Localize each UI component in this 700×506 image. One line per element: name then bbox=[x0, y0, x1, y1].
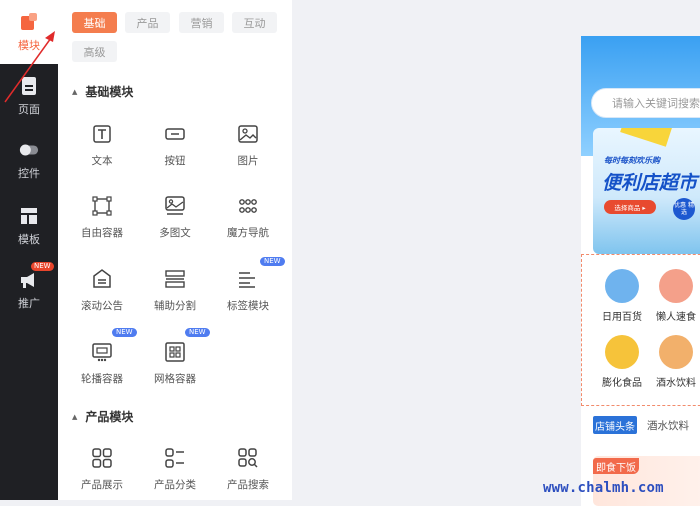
new-badge: NEW bbox=[185, 328, 210, 337]
instant-food-icon bbox=[659, 269, 693, 303]
button-icon bbox=[163, 122, 187, 146]
product-display-icon bbox=[90, 446, 114, 470]
widget-divider[interactable]: 辅助分割 bbox=[140, 267, 210, 327]
tab-marketing[interactable]: 营销 bbox=[179, 12, 224, 33]
category-item[interactable]: 懒人速食 bbox=[650, 269, 700, 323]
widget-carousel-container[interactable]: NEW 轮播容器 bbox=[67, 328, 137, 400]
tab-basic[interactable]: 基础 bbox=[72, 12, 117, 33]
preview-search-input[interactable]: 请输入关键词搜索 bbox=[591, 88, 700, 118]
widget-scroll-notice[interactable]: 滚动公告 bbox=[67, 267, 137, 327]
rail-item-control[interactable]: 控件 bbox=[0, 128, 58, 192]
drinks-icon bbox=[659, 335, 693, 369]
editor-canvas: 请输入关键词搜索 每时每刻欢乐购 便利店超市 选择商品 ▸ 优惠 精选 日用百货… bbox=[292, 0, 700, 506]
phone-preview: 请输入关键词搜索 每时每刻欢乐购 便利店超市 选择商品 ▸ 优惠 精选 日用百货… bbox=[581, 36, 700, 506]
preview-news-bar[interactable]: 店铺头条 酒水饮料 bbox=[581, 410, 700, 440]
widget-free-container[interactable]: 自由容器 bbox=[67, 194, 137, 254]
tab-advanced[interactable]: 高级 bbox=[72, 41, 117, 62]
daily-goods-icon bbox=[605, 269, 639, 303]
rail-item-promotion[interactable]: NEW 推广 bbox=[0, 258, 58, 322]
news-badge: 店铺头条 bbox=[593, 416, 637, 434]
cube-nav-icon bbox=[236, 194, 260, 218]
tab-interactive[interactable]: 互动 bbox=[232, 12, 277, 33]
widget-product-search[interactable]: 产品搜索 bbox=[213, 446, 283, 506]
hot-badge: 即食下饭 bbox=[593, 458, 639, 474]
preview-category-grid[interactable]: 日用百货 懒人速食 膨化食品 酒水饮料 bbox=[581, 254, 700, 406]
banner-decoration bbox=[620, 128, 674, 147]
watermark: www.chalmh.com bbox=[543, 480, 664, 496]
text-icon bbox=[90, 122, 114, 146]
category-item[interactable]: 膨化食品 bbox=[596, 335, 648, 389]
toggle-icon bbox=[19, 140, 39, 160]
product-search-icon bbox=[236, 446, 260, 470]
section-title-product[interactable]: ▲ 产品模块 bbox=[72, 408, 133, 425]
widget-grid-container[interactable]: NEW 网格容器 bbox=[140, 328, 210, 400]
divider-icon bbox=[163, 267, 187, 291]
banner-button[interactable]: 选择商品 ▸ bbox=[604, 200, 656, 214]
rail-item-label: 控件 bbox=[18, 166, 40, 180]
banner-subtitle: 每时每刻欢乐购 bbox=[604, 156, 660, 165]
tab-product[interactable]: 产品 bbox=[125, 12, 170, 33]
snack-icon bbox=[605, 335, 639, 369]
new-badge: NEW bbox=[260, 257, 285, 266]
module-panel: 基础 产品 营销 互动 高级 ▲ 基础模块 文本 按钮 图片 自由容器 多图文 … bbox=[58, 0, 292, 500]
free-container-icon bbox=[90, 194, 114, 218]
notice-icon bbox=[90, 267, 114, 291]
carousel-icon: NEW bbox=[90, 328, 137, 364]
banner-title: 便利店超市 bbox=[602, 172, 698, 194]
category-item[interactable]: 酒水饮料 bbox=[650, 335, 700, 389]
megaphone-icon: NEW bbox=[19, 261, 54, 290]
grid-container-icon: NEW bbox=[163, 328, 210, 364]
widget-product-category[interactable]: 产品分类 bbox=[140, 446, 210, 506]
tag-icon: NEW bbox=[236, 257, 285, 291]
widget-text[interactable]: 文本 bbox=[67, 122, 137, 182]
new-badge: NEW bbox=[31, 261, 54, 271]
rail-item-template[interactable]: 模板 bbox=[0, 194, 58, 258]
rail-item-label: 模板 bbox=[18, 232, 40, 246]
rail-item-label: 推广 bbox=[18, 296, 40, 310]
image-icon bbox=[236, 122, 260, 146]
widget-multi-image-text[interactable]: 多图文 bbox=[140, 194, 210, 254]
banner-badge: 优惠 精选 bbox=[673, 198, 695, 220]
category-item[interactable]: 日用百货 bbox=[596, 269, 648, 323]
news-text: 酒水饮料 bbox=[647, 420, 689, 432]
widget-button[interactable]: 按钮 bbox=[140, 122, 210, 182]
template-icon bbox=[19, 206, 39, 226]
section-title-basic[interactable]: ▲ 基础模块 bbox=[72, 83, 133, 100]
widget-product-display[interactable]: 产品展示 bbox=[67, 446, 137, 506]
preview-banner[interactable]: 每时每刻欢乐购 便利店超市 选择商品 ▸ 优惠 精选 bbox=[593, 128, 700, 254]
new-badge: NEW bbox=[112, 328, 137, 337]
widget-cube-nav[interactable]: 魔方导航 bbox=[213, 194, 283, 254]
collapse-caret-icon: ▲ bbox=[72, 87, 78, 96]
multi-image-text-icon bbox=[163, 194, 187, 218]
collapse-caret-icon: ▲ bbox=[72, 412, 78, 421]
widget-image[interactable]: 图片 bbox=[213, 122, 283, 182]
product-category-icon bbox=[163, 446, 187, 470]
widget-tag-module[interactable]: NEW 标签模块 bbox=[213, 257, 285, 327]
